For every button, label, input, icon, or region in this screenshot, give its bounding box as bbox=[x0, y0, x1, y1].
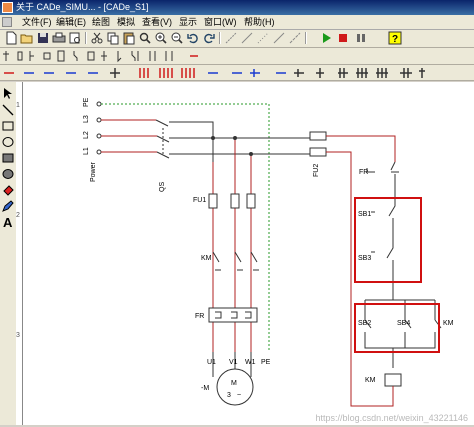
label-km-coil: KM bbox=[365, 377, 376, 384]
app-icon bbox=[2, 2, 13, 13]
qs-switch bbox=[155, 119, 174, 159]
label-fu2: FU2 bbox=[313, 164, 320, 177]
svg-text:A: A bbox=[3, 215, 13, 229]
label-l1: L1 bbox=[83, 147, 90, 155]
open-folder-icon[interactable] bbox=[20, 31, 34, 45]
fr-contact bbox=[366, 161, 399, 186]
circuit-diagram: PE L3 L2 L1 Power QS FU1 FU2 KM FR FR SB… bbox=[83, 97, 454, 407]
label-pe: PE bbox=[83, 97, 90, 107]
filled-ellipse-tool-icon[interactable] bbox=[1, 167, 15, 181]
drawing-canvas[interactable]: PE L3 L2 L1 Power QS FU1 FU2 KM FR FR SB… bbox=[23, 82, 474, 425]
label-u1: U1 bbox=[207, 359, 216, 366]
label-sb4: SB4 bbox=[397, 320, 410, 327]
find-icon[interactable] bbox=[138, 31, 152, 45]
document-icon[interactable] bbox=[2, 17, 12, 27]
wire-icon[interactable] bbox=[224, 31, 238, 45]
label-v1: V1 bbox=[229, 359, 238, 366]
wire-icon[interactable] bbox=[256, 31, 270, 45]
zoom-out-icon[interactable] bbox=[170, 31, 184, 45]
svg-text:?: ? bbox=[392, 34, 398, 45]
fu2-fuses bbox=[309, 131, 327, 157]
label-motor: -M bbox=[201, 385, 209, 392]
wire-icon[interactable] bbox=[288, 31, 302, 45]
drawing-palette: A bbox=[0, 82, 17, 425]
menu-window[interactable]: 窗口(W) bbox=[204, 16, 237, 28]
menu-view[interactable]: 查看(V) bbox=[142, 16, 172, 28]
km-main-contacts bbox=[212, 251, 259, 271]
play-icon[interactable] bbox=[319, 31, 333, 45]
fill-tool-icon[interactable] bbox=[1, 183, 15, 197]
ruler-mark-3: 3 bbox=[16, 332, 20, 339]
menu-bar: 文件(F) 编辑(E) 绘图 模拟 查看(V) 显示 窗口(W) 帮助(H) bbox=[0, 15, 474, 30]
label-motor-tilde: ~ bbox=[237, 392, 241, 399]
menu-simulate[interactable]: 模拟 bbox=[117, 16, 135, 28]
menu-help[interactable]: 帮助(H) bbox=[244, 16, 275, 28]
pen-tool-icon[interactable] bbox=[1, 199, 15, 213]
label-pe-motor: PE bbox=[261, 359, 271, 366]
menu-display[interactable]: 显示 bbox=[179, 16, 197, 28]
rectangle-tool-icon[interactable] bbox=[1, 119, 15, 133]
label-sb2: SB2 bbox=[358, 320, 371, 327]
label-fu1: FU1 bbox=[193, 197, 206, 204]
print-icon[interactable] bbox=[52, 31, 66, 45]
text-tool-icon[interactable]: A bbox=[1, 215, 15, 229]
ellipse-tool-icon[interactable] bbox=[1, 135, 15, 149]
menu-file[interactable]: 文件(F) bbox=[22, 16, 52, 28]
cut-icon[interactable] bbox=[90, 31, 104, 45]
component-icons[interactable] bbox=[0, 48, 474, 64]
label-km: KM bbox=[201, 255, 212, 262]
label-motor-3: 3 bbox=[227, 392, 231, 399]
pointer-icon[interactable] bbox=[1, 87, 15, 101]
km-coil bbox=[350, 373, 402, 407]
ruler-mark-1: 1 bbox=[16, 102, 20, 109]
stop-buttons bbox=[371, 186, 396, 280]
label-l2: L2 bbox=[83, 131, 90, 139]
undo-icon[interactable] bbox=[186, 31, 200, 45]
fr-thermal-relay bbox=[208, 307, 258, 323]
window-title: 关于 CADe_SIMU... - [CADe_S1] bbox=[16, 2, 149, 12]
print-preview-icon[interactable] bbox=[68, 31, 82, 45]
title-bar: 关于 CADe_SIMU... - [CADe_S1] bbox=[0, 0, 474, 15]
fu1-fuses bbox=[208, 193, 256, 209]
vertical-ruler: 1 2 3 bbox=[16, 82, 23, 425]
label-fr-ctrl: FR bbox=[359, 169, 368, 176]
help-icon[interactable]: ? bbox=[388, 31, 402, 45]
label-sb1: SB1 bbox=[358, 211, 371, 218]
power-lines bbox=[96, 117, 157, 155]
label-km-contact: KM bbox=[443, 320, 454, 327]
component-toolbar bbox=[0, 48, 474, 65]
stop-icon[interactable] bbox=[336, 31, 350, 45]
highlight-box-start bbox=[354, 303, 440, 353]
wire-toolbar bbox=[0, 65, 474, 81]
wire-icon[interactable] bbox=[240, 31, 254, 45]
menu-edit[interactable]: 编辑(E) bbox=[56, 16, 86, 28]
label-qs: QS bbox=[159, 182, 166, 192]
pause-icon[interactable] bbox=[354, 31, 368, 45]
label-motor-m: M bbox=[231, 380, 237, 387]
ruler-mark-2: 2 bbox=[16, 212, 20, 219]
save-icon[interactable] bbox=[36, 31, 50, 45]
zoom-in-icon[interactable] bbox=[154, 31, 168, 45]
filled-rectangle-tool-icon[interactable] bbox=[1, 151, 15, 165]
label-power: Power bbox=[90, 161, 97, 182]
watermark: https://blog.csdn.net/weixin_43221146 bbox=[315, 413, 468, 423]
line-tool-icon[interactable] bbox=[1, 103, 15, 117]
wire-type-icons[interactable] bbox=[0, 65, 474, 80]
label-fr: FR bbox=[195, 313, 204, 320]
copy-icon[interactable] bbox=[106, 31, 120, 45]
label-sb3: SB3 bbox=[358, 255, 371, 262]
redo-icon[interactable] bbox=[202, 31, 216, 45]
paste-icon[interactable] bbox=[122, 31, 136, 45]
wire-icon[interactable] bbox=[272, 31, 286, 45]
menu-draw[interactable]: 绘图 bbox=[92, 16, 110, 28]
label-w1: W1 bbox=[245, 359, 256, 366]
main-toolbar: ? bbox=[0, 30, 474, 48]
label-l3: L3 bbox=[83, 115, 90, 123]
new-file-icon[interactable] bbox=[4, 31, 18, 45]
